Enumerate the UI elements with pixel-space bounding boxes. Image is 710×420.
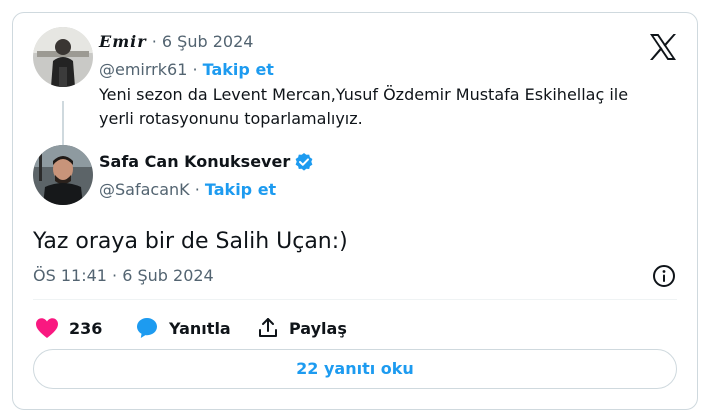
quoted-author-line: Emir · 6 Şub 2024 xyxy=(99,31,253,53)
main-author-name[interactable]: Safa Can Konuksever xyxy=(99,151,290,173)
quoted-handle-line: @emirrk61 · Takip et xyxy=(99,59,274,81)
divider xyxy=(33,299,677,300)
main-author-handle[interactable]: @SafacanK xyxy=(99,180,190,199)
main-follow-button[interactable]: Takip et xyxy=(205,180,276,199)
like-count: 236 xyxy=(69,318,103,338)
quoted-tweet-date[interactable]: · 6 Şub 2024 xyxy=(152,32,254,51)
like-button[interactable]: 236 xyxy=(35,315,102,341)
emir-avatar[interactable] xyxy=(33,27,93,87)
share-button[interactable]: Paylaş xyxy=(257,315,347,341)
main-tweet-text: Yaz oraya bir de Salih Uçan:) xyxy=(33,229,348,254)
heart-icon xyxy=(35,317,69,339)
reply-label: Yanıtla xyxy=(169,318,231,338)
quoted-tweet-text: Yeni sezon da Levent Mercan,Yusuf Özdemi… xyxy=(99,85,629,128)
main-author-line: Safa Can Konuksever xyxy=(99,151,314,173)
tweet-embed-card: Emir · 6 Şub 2024 @emirrk61 · Takip et Y… xyxy=(12,12,698,410)
tweet-timestamp[interactable]: ÖS 11:41 · 6 Şub 2024 xyxy=(33,265,214,287)
verified-badge-icon xyxy=(294,152,314,172)
quoted-author-handle[interactable]: @emirrk61 xyxy=(99,60,187,79)
speech-bubble-icon xyxy=(135,316,169,340)
quoted-author-name[interactable]: Emir xyxy=(99,32,147,51)
reply-button[interactable]: Yanıtla xyxy=(135,315,231,341)
safacan-avatar[interactable] xyxy=(33,145,93,205)
separator-dot: · xyxy=(192,60,203,79)
read-replies-button[interactable]: 22 yanıtı oku xyxy=(33,349,677,389)
share-upload-icon xyxy=(257,317,289,339)
x-logo-icon[interactable] xyxy=(647,31,679,63)
quoted-follow-button[interactable]: Takip et xyxy=(203,60,274,79)
main-handle-line: @SafacanK · Takip et xyxy=(99,179,276,201)
share-label: Paylaş xyxy=(289,318,347,338)
info-icon[interactable] xyxy=(651,263,677,289)
separator-dot: · xyxy=(194,180,205,199)
